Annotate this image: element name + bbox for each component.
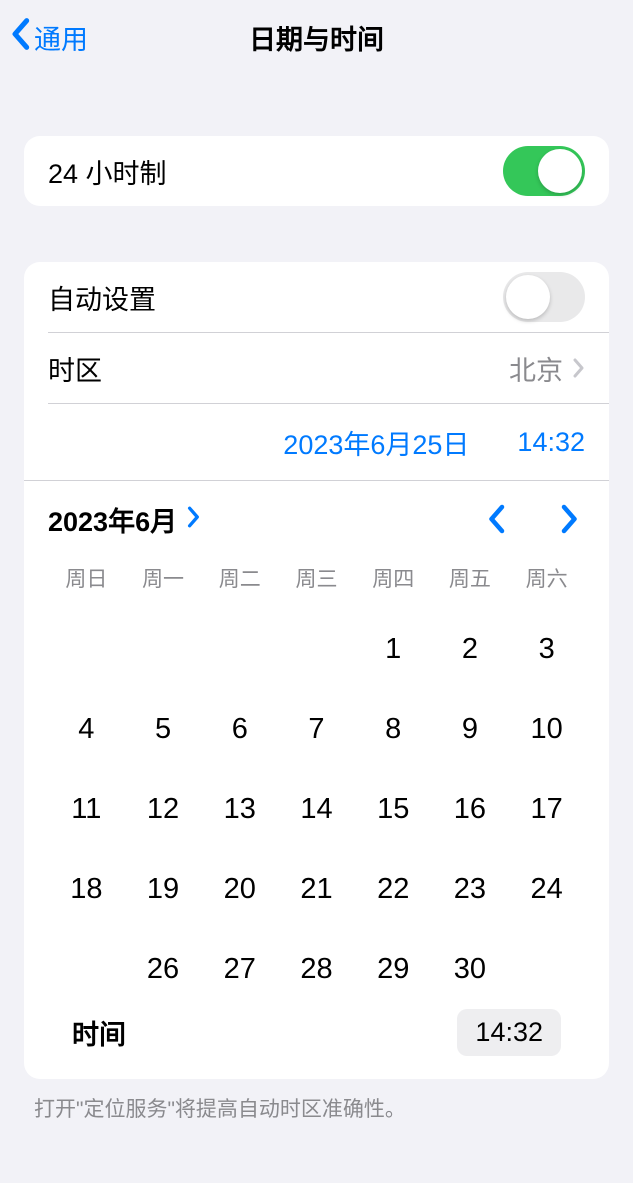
row-time: 时间 14:32 xyxy=(48,997,585,1061)
chevron-left-icon xyxy=(10,17,30,58)
calendar: 2023年6月 周日周一周二周三周四周五周六 12345678910111213… xyxy=(24,481,609,1079)
calendar-weekdays: 周日周一周二周三周四周五周六 xyxy=(48,557,585,603)
picker-date[interactable]: 2023年6月25日 xyxy=(283,423,469,462)
calendar-day[interactable]: 29 xyxy=(355,941,432,997)
calendar-header: 2023年6月 xyxy=(48,489,585,549)
calendar-grid: 1234567891011121314151617181920212223242… xyxy=(48,621,585,997)
calendar-next-button[interactable] xyxy=(555,504,585,534)
back-button[interactable]: 通用 xyxy=(10,0,88,74)
calendar-prev-button[interactable] xyxy=(481,504,511,534)
calendar-weekday: 周一 xyxy=(125,557,202,603)
calendar-day[interactable]: 1 xyxy=(355,621,432,677)
label-time: 时间 xyxy=(72,1013,457,1052)
calendar-day[interactable]: 27 xyxy=(201,941,278,997)
row-24h: 24 小时制 xyxy=(24,136,609,206)
calendar-day[interactable]: 17 xyxy=(508,781,585,837)
value-timezone: 北京 xyxy=(509,349,563,388)
page-title: 日期与时间 xyxy=(249,18,384,57)
calendar-day[interactable]: 13 xyxy=(201,781,278,837)
toggle-24h[interactable] xyxy=(503,146,585,196)
calendar-day[interactable]: 25 xyxy=(48,941,125,997)
calendar-day-empty xyxy=(48,621,125,677)
calendar-day[interactable]: 2 xyxy=(432,621,509,677)
row-auto-set: 自动设置 xyxy=(24,262,609,332)
calendar-weekday: 周四 xyxy=(355,557,432,603)
calendar-day[interactable]: 23 xyxy=(432,861,509,917)
row-datetime-picker: 2023年6月25日 14:32 xyxy=(24,404,609,480)
calendar-day[interactable]: 22 xyxy=(355,861,432,917)
calendar-day[interactable]: 11 xyxy=(48,781,125,837)
label-timezone: 时区 xyxy=(48,349,509,388)
calendar-day[interactable]: 3 xyxy=(508,621,585,677)
row-timezone[interactable]: 时区 北京 xyxy=(24,333,609,403)
calendar-month-button[interactable]: 2023年6月 xyxy=(48,500,201,539)
calendar-day[interactable]: 9 xyxy=(432,701,509,757)
back-label: 通用 xyxy=(34,18,88,57)
chevron-right-icon xyxy=(573,358,585,378)
footer-note: 打开"定位服务"将提高自动时区准确性。 xyxy=(34,1093,599,1123)
calendar-day[interactable]: 24 xyxy=(508,861,585,917)
calendar-weekday: 周五 xyxy=(432,557,509,603)
calendar-day[interactable]: 4 xyxy=(48,701,125,757)
section-datetime: 自动设置 时区 北京 2023年6月25日 14:32 2023年6月 xyxy=(24,262,609,1079)
picker-time[interactable]: 14:32 xyxy=(517,427,585,458)
calendar-weekday: 周日 xyxy=(48,557,125,603)
calendar-nav xyxy=(481,504,585,534)
calendar-day[interactable]: 7 xyxy=(278,701,355,757)
calendar-day[interactable]: 15 xyxy=(355,781,432,837)
calendar-day[interactable]: 19 xyxy=(125,861,202,917)
nav-header: 通用 日期与时间 xyxy=(0,0,633,74)
calendar-day-empty xyxy=(125,621,202,677)
calendar-day[interactable]: 8 xyxy=(355,701,432,757)
calendar-day[interactable]: 5 xyxy=(125,701,202,757)
calendar-day[interactable]: 21 xyxy=(278,861,355,917)
calendar-day[interactable]: 20 xyxy=(201,861,278,917)
calendar-day[interactable]: 30 xyxy=(432,941,509,997)
calendar-day[interactable]: 28 xyxy=(278,941,355,997)
calendar-day[interactable]: 10 xyxy=(508,701,585,757)
label-24h: 24 小时制 xyxy=(48,152,503,191)
calendar-day[interactable]: 14 xyxy=(278,781,355,837)
calendar-day-empty xyxy=(201,621,278,677)
toggle-auto-set[interactable] xyxy=(503,272,585,322)
calendar-weekday: 周三 xyxy=(278,557,355,603)
calendar-day[interactable]: 26 xyxy=(125,941,202,997)
calendar-weekday: 周二 xyxy=(201,557,278,603)
time-chip[interactable]: 14:32 xyxy=(457,1009,561,1056)
section-24h: 24 小时制 xyxy=(24,136,609,206)
calendar-weekday: 周六 xyxy=(508,557,585,603)
calendar-day[interactable]: 6 xyxy=(201,701,278,757)
chevron-right-icon xyxy=(177,504,201,535)
calendar-day[interactable]: 16 xyxy=(432,781,509,837)
label-auto-set: 自动设置 xyxy=(48,278,503,317)
calendar-day[interactable]: 18 xyxy=(48,861,125,917)
calendar-month-label: 2023年6月 xyxy=(48,500,177,539)
calendar-day-empty xyxy=(278,621,355,677)
calendar-day[interactable]: 12 xyxy=(125,781,202,837)
